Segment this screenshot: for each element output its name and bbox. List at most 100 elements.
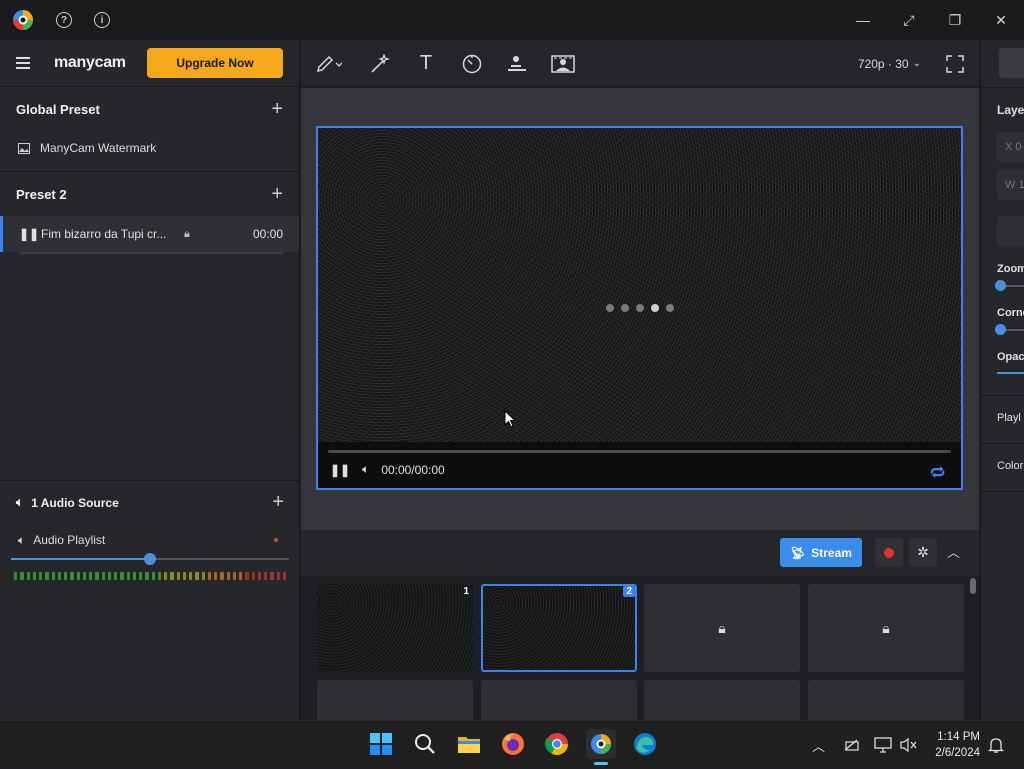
edge-icon <box>634 733 656 755</box>
close-button[interactable]: ✕ <box>978 0 1024 40</box>
scene-cell-locked[interactable] <box>481 680 637 720</box>
active-indicator <box>594 762 608 765</box>
restore-small-button[interactable]: ⤢ <box>886 0 932 40</box>
broadcast-bar: 📡︎ Stream ✲ ︿ <box>301 530 979 576</box>
display-icon[interactable] <box>874 721 892 769</box>
meter-segment <box>89 572 93 580</box>
media-time: 00:00 <box>252 227 283 241</box>
scene-cell[interactable]: 1 <box>317 584 473 672</box>
right-panel-button[interactable] <box>999 48 1024 78</box>
scene-cell-locked[interactable] <box>644 680 800 720</box>
scene-cell-locked[interactable] <box>317 680 473 720</box>
maximize-button[interactable]: ❐ <box>932 0 978 40</box>
minimize-button[interactable]: — <box>840 0 886 40</box>
timer-button[interactable] <box>457 40 487 87</box>
meter-segment <box>145 572 149 580</box>
meter-segment <box>39 572 43 580</box>
audio-indicator-dot <box>274 538 278 542</box>
loading-indicator <box>606 304 674 312</box>
audio-playlist-item[interactable]: 🔈︎ Audio Playlist <box>0 524 300 556</box>
snapshot-button[interactable]: ✲ <box>909 538 937 567</box>
main-video-preview[interactable]: ❚❚ 🔈︎ 00:00/00:00 🔁︎ <box>316 126 963 490</box>
meter-segment <box>151 572 155 580</box>
fullscreen-button[interactable] <box>943 40 967 87</box>
scene-cell-selected[interactable]: 2 <box>481 584 637 672</box>
tray-chevron-up-icon[interactable]: ︿ <box>812 721 825 769</box>
meter-segment <box>232 572 236 580</box>
video-pause-button[interactable]: ❚❚ <box>330 463 350 477</box>
volume-knob[interactable] <box>144 553 156 565</box>
add-global-preset-button[interactable]: + <box>271 98 283 121</box>
layer-label: Laye <box>997 103 1024 117</box>
windows-logo-icon <box>370 733 392 755</box>
chrome-button[interactable] <box>542 729 572 759</box>
meter-segment <box>132 572 136 580</box>
left-panel: manycam Upgrade Now Global Preset + Many… <box>0 40 300 720</box>
add-layer-button[interactable] <box>997 216 1024 246</box>
hamburger-menu-icon[interactable] <box>16 57 30 69</box>
edge-button[interactable] <box>630 729 660 759</box>
folder-icon <box>458 737 480 753</box>
lower-thirds-button[interactable] <box>502 40 532 87</box>
search-button[interactable] <box>410 729 440 759</box>
firefox-button[interactable] <box>498 729 528 759</box>
meter-segment <box>114 572 118 580</box>
audio-playlist-label: Audio Playlist <box>33 533 106 547</box>
meter-segment <box>101 572 105 580</box>
zoom-slider[interactable] <box>995 280 1024 291</box>
meter-segment <box>120 572 124 580</box>
color-label[interactable]: Color <box>997 460 1023 472</box>
media-title: Fim bizarro da Tupi cr... <box>41 227 167 241</box>
audio-volume-slider[interactable] <box>11 553 289 565</box>
info-button[interactable]: i <box>94 12 110 28</box>
upgrade-now-button[interactable]: Upgrade Now <box>147 48 283 78</box>
resolution-label: 720p · 30 <box>857 56 909 71</box>
chevron-up-icon[interactable]: ︿ <box>947 542 960 561</box>
meter-segment <box>207 572 211 580</box>
video-progress-bar[interactable] <box>328 450 951 453</box>
volume-icon[interactable]: 🔈︎ <box>362 462 369 477</box>
system-clock[interactable]: 1:14 PM 2/6/2024 <box>935 729 980 761</box>
file-explorer-button[interactable] <box>454 729 484 759</box>
divider <box>981 395 1024 396</box>
playlist-label[interactable]: Playl <box>997 412 1021 424</box>
magic-wand-icon <box>371 53 390 73</box>
loop-icon[interactable]: 🔁︎ <box>930 462 945 484</box>
width-field[interactable]: W 1 <box>997 170 1024 200</box>
x-position-field[interactable]: X 0 <box>997 132 1024 162</box>
volume-muted-icon[interactable] <box>900 721 918 769</box>
fullscreen-icon <box>946 54 964 73</box>
help-button[interactable]: ? <box>56 12 72 28</box>
meter-segment <box>264 572 268 580</box>
stream-button[interactable]: 📡︎ Stream <box>780 538 862 567</box>
record-button[interactable] <box>875 538 903 567</box>
scene-grid-scrollbar[interactable] <box>970 578 976 594</box>
manycam-taskbar-button[interactable] <box>586 729 616 765</box>
effects-button[interactable] <box>365 40 395 87</box>
main-toolbar: T 720p · 30 ⌄ <box>301 40 979 87</box>
clock-date: 2/6/2024 <box>935 747 980 759</box>
scene-cell-locked[interactable]: 🔒︎ <box>808 584 964 672</box>
text-tool-button[interactable]: T <box>411 40 441 87</box>
add-audio-source-button[interactable]: + <box>272 491 284 514</box>
search-icon <box>415 734 435 754</box>
scene-thumbnail <box>483 586 635 670</box>
opacity-slider[interactable] <box>997 372 1024 374</box>
preset2-media-item[interactable]: ❚❚ Fim bizarro da Tupi cr... 🔒︎ 00:00 <box>0 216 299 254</box>
meter-segment <box>32 572 36 580</box>
scene-cell-locked[interactable]: 🔒︎ <box>644 584 800 672</box>
brand-name: manycam <box>54 54 126 71</box>
draw-tool-button[interactable] <box>311 40 347 87</box>
resolution-selector[interactable]: 720p · 30 ⌄ <box>858 40 921 87</box>
network-off-icon[interactable] <box>843 721 861 769</box>
corner-slider[interactable] <box>995 324 1024 335</box>
start-button[interactable] <box>366 729 396 759</box>
notifications-icon[interactable] <box>988 721 1004 769</box>
chroma-key-button[interactable] <box>549 40 577 87</box>
meter-segment <box>64 572 68 580</box>
watermark-item[interactable]: ManyCam Watermark <box>0 131 299 165</box>
add-preset2-button[interactable]: + <box>271 183 283 206</box>
pause-icon[interactable]: ❚❚ <box>19 227 39 241</box>
speaker-icon[interactable]: 🔈︎ <box>18 533 25 548</box>
scene-cell-locked[interactable] <box>808 680 964 720</box>
